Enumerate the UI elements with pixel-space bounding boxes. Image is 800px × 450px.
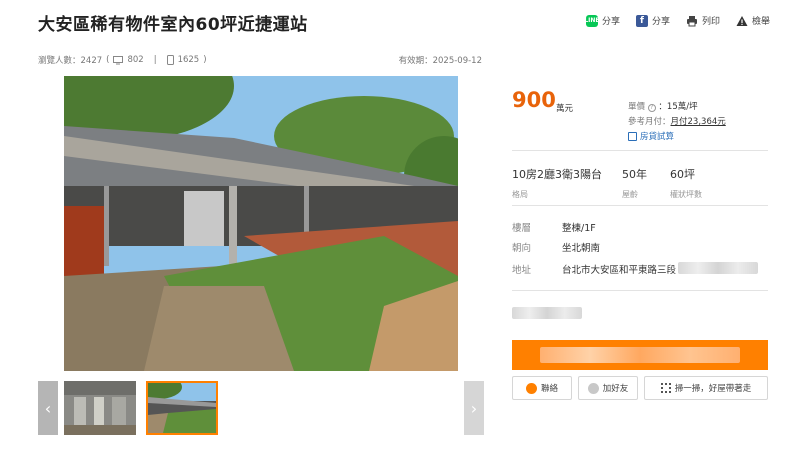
- monthly-label: 參考月付：: [628, 117, 671, 127]
- phone-contact-button[interactable]: [512, 340, 768, 370]
- qrcode-label: 掃一掃，好屋帶著走: [674, 384, 752, 394]
- share-facebook-label: 分享: [651, 17, 670, 27]
- print-label: 列印: [701, 17, 720, 27]
- contact-label: 聯絡: [540, 384, 558, 394]
- address-redacted: [678, 262, 759, 274]
- monthly-payment: 參考月付：月付23,364元: [628, 115, 726, 127]
- thumbnail-1[interactable]: [64, 381, 136, 435]
- spec-age-value: 50年: [622, 168, 647, 181]
- thumbnail-2-image: [148, 383, 216, 433]
- contact-button[interactable]: 聯絡: [512, 376, 572, 400]
- help-icon[interactable]: ?: [647, 104, 656, 112]
- view-stats: 瀏覽人數：2427 ( 802 | 1625 ): [38, 54, 207, 66]
- share-toolbar: LINE 分享 f 分享 列印 檢舉: [584, 14, 770, 27]
- mobile-count: 1625: [177, 55, 200, 65]
- spec-age: 50年 屋齡: [622, 166, 647, 200]
- share-line-label: 分享: [601, 17, 620, 27]
- thumbnail-2-selected[interactable]: [146, 381, 218, 435]
- main-photo[interactable]: [64, 76, 458, 371]
- qrcode-icon: [660, 383, 671, 393]
- spec-age-label: 屋齡: [622, 190, 638, 199]
- chat-icon: [525, 382, 537, 394]
- mobile-icon: [166, 55, 174, 65]
- spec-area-value: 60坪: [670, 168, 695, 181]
- phone-redacted: [540, 347, 740, 363]
- report-label: 檢舉: [751, 17, 770, 27]
- divider: [512, 205, 768, 206]
- divider: [512, 150, 768, 151]
- monthly-value-link[interactable]: 月付23,364元: [671, 117, 726, 127]
- detail-address: 地址 台北市大安區和平東路三段: [512, 262, 759, 276]
- calculator-icon: [628, 131, 637, 141]
- spec-area: 60坪 權狀坪數: [670, 166, 702, 200]
- report-button[interactable]: 檢舉: [736, 14, 770, 27]
- detail-orientation-key: 朝向: [512, 243, 532, 254]
- line-icon: LINE: [584, 14, 600, 27]
- share-line-button[interactable]: LINE 分享: [584, 14, 620, 27]
- spec-layout-value: 10房2廳3衛3陽台: [512, 168, 602, 181]
- unit-price-label: 單價: [628, 102, 646, 112]
- spec-layout: 10房2廳3衛3陽台 格局: [512, 166, 602, 200]
- unit-price: 單價 ? ：15萬/坪: [628, 100, 698, 112]
- thumbnail-next-button[interactable]: ›: [464, 381, 484, 435]
- detail-floor-key: 樓層: [512, 223, 532, 234]
- paren-open: (: [106, 55, 110, 65]
- spec-layout-label: 格局: [512, 190, 528, 199]
- spec-area-label: 權狀坪數: [670, 190, 702, 199]
- paren-close: ): [203, 55, 207, 65]
- detail-floor: 樓層 整棟/1F: [512, 220, 596, 234]
- stats-separator: |: [153, 55, 157, 65]
- share-facebook-button[interactable]: f 分享: [635, 14, 670, 27]
- line-icon: [587, 382, 599, 394]
- agent-name-redacted: [512, 307, 582, 319]
- unit-price-value: ：15萬/坪: [658, 102, 698, 112]
- warning-icon: [736, 15, 748, 26]
- detail-address-value: 台北市大安區和平東路三段: [562, 265, 677, 276]
- property-photo: [64, 76, 458, 371]
- views-label: 瀏覽人數：2427: [38, 56, 103, 66]
- detail-floor-value: 整棟/1F: [562, 223, 596, 234]
- qrcode-button[interactable]: 掃一掃，好屋帶著走: [644, 376, 768, 400]
- desktop-icon: [113, 55, 124, 64]
- thumbnail-1-image: [64, 381, 136, 435]
- add-friend-label: 加好友: [602, 384, 629, 394]
- loan-calculator-link[interactable]: 房貸試算: [628, 130, 674, 142]
- desktop-count: 802: [127, 55, 144, 65]
- divider: [512, 290, 768, 291]
- facebook-icon: f: [635, 14, 648, 27]
- price-unit: 萬元: [556, 104, 574, 114]
- print-button[interactable]: 列印: [686, 14, 720, 27]
- page-title: 大安區稀有物件室內60坪近捷運站: [38, 15, 308, 35]
- loan-label: 房貸試算: [640, 132, 675, 142]
- detail-orientation: 朝向 坐北朝南: [512, 240, 600, 254]
- add-friend-button[interactable]: 加好友: [578, 376, 638, 400]
- expiry-date: 有效期：2025-09-12: [398, 56, 482, 66]
- detail-address-key: 地址: [512, 265, 532, 276]
- printer-icon: [686, 15, 697, 26]
- thumbnail-prev-button[interactable]: ‹: [38, 381, 58, 435]
- price-value: 900: [512, 88, 556, 112]
- detail-orientation-value: 坐北朝南: [562, 243, 601, 254]
